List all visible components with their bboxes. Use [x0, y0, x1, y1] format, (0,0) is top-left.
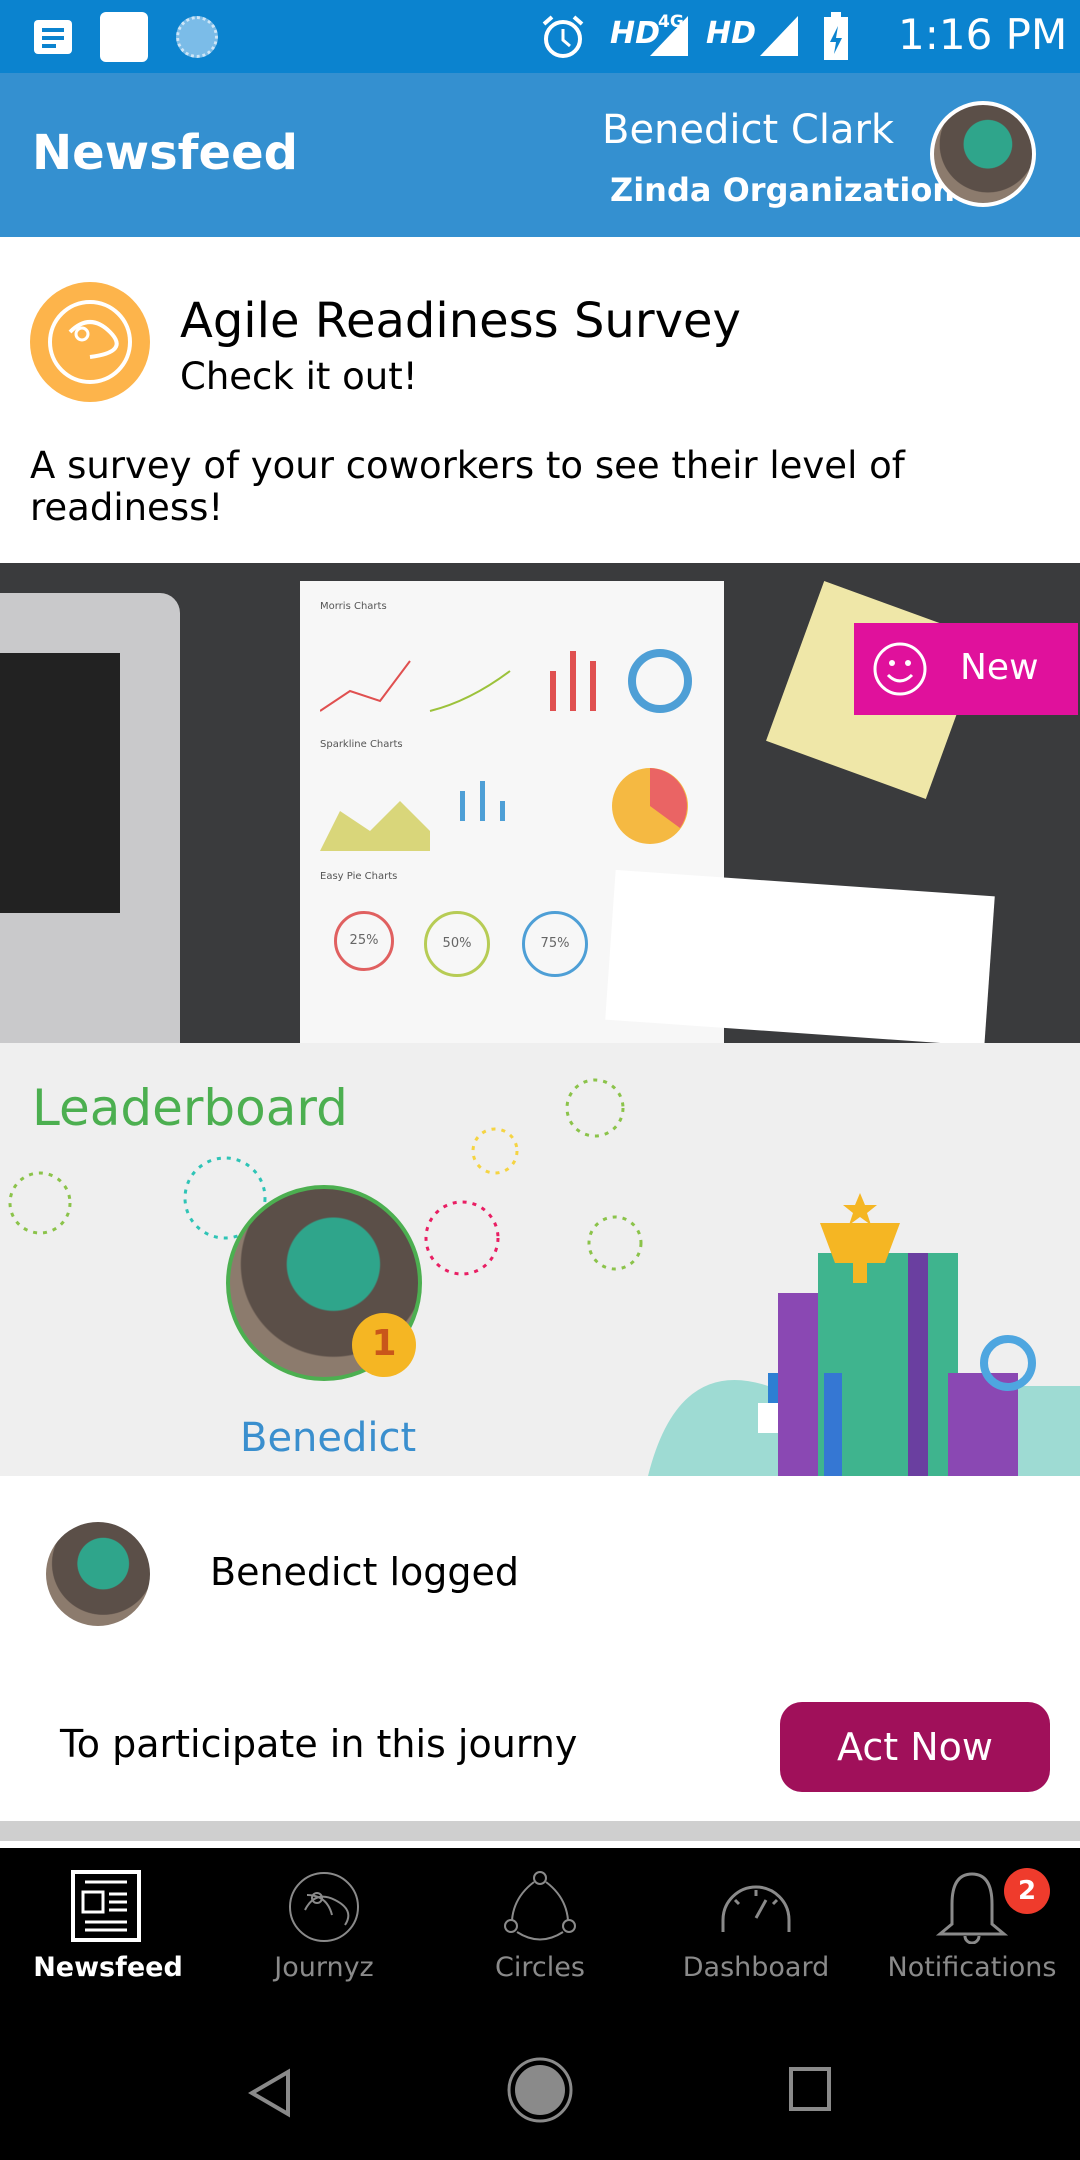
survey-description: A survey of your coworkers to see their …	[30, 444, 905, 529]
user-name: Benedict Clark	[602, 107, 895, 153]
notification-badge: 2	[1004, 1868, 1050, 1914]
square-app-icon	[100, 12, 148, 62]
act-now-button[interactable]: Act Now	[780, 1702, 1050, 1792]
sheet-section: Easy Pie Charts	[320, 871, 398, 882]
activity-item: Benedict logged To participate in this j…	[0, 1476, 1080, 1821]
newspaper-icon	[71, 1870, 141, 1942]
avatar[interactable]	[930, 101, 1036, 207]
divider	[0, 1821, 1080, 1841]
loading-icon	[176, 16, 218, 58]
home-icon[interactable]	[506, 2056, 574, 2124]
tab-label: Dashboard	[682, 1952, 830, 1983]
pie-label: 25%	[334, 911, 394, 971]
status-bar: HD 4G HD 1:16 PM	[0, 0, 1080, 73]
smiley-icon	[873, 642, 927, 696]
tab-notifications[interactable]: Notifications 2	[864, 1848, 1080, 2000]
signal-icon	[760, 16, 798, 56]
bottom-navigation: Newsfeed Journyz Circles Dashboard Notif…	[0, 1848, 1080, 2000]
tab-dashboard[interactable]: Dashboard	[648, 1848, 864, 2000]
tab-journyz[interactable]: Journyz	[216, 1848, 432, 2000]
tab-circles[interactable]: Circles	[432, 1848, 648, 2000]
survey-image[interactable]: Morris Charts Sparkline Charts Easy Pie …	[0, 563, 1080, 1043]
sheet-section: Sparkline Charts	[320, 739, 403, 750]
survey-subtitle: Check it out!	[180, 355, 418, 398]
laptop-illustration	[0, 593, 180, 1043]
journyz-icon	[289, 1872, 359, 1942]
signal-icon	[650, 16, 688, 56]
pie-label: 50%	[424, 911, 490, 977]
survey-title: Agile Readiness Survey	[180, 293, 741, 349]
survey-card[interactable]: Agile Readiness Survey Check it out! A s…	[0, 237, 1080, 563]
recents-icon[interactable]	[788, 2066, 832, 2112]
app-header: Newsfeed Benedict Clark Zinda Organizati…	[0, 73, 1080, 237]
new-badge-label: New	[960, 647, 1039, 688]
tab-newsfeed[interactable]: Newsfeed	[0, 1848, 216, 2000]
speedometer-icon	[721, 1885, 791, 1932]
tab-label: Journyz	[274, 1952, 374, 1983]
top-user-name: Benedict	[240, 1415, 417, 1461]
tab-label: Newsfeed	[33, 1952, 183, 1983]
organization-name: Zinda Organization	[610, 171, 956, 209]
rank-medal: 1	[352, 1313, 416, 1377]
pie-label: 75%	[522, 911, 588, 977]
sheet-title: Morris Charts	[320, 601, 387, 612]
leaderboard-section[interactable]: Leaderboard 1 Benedict	[0, 1043, 1080, 1476]
system-navigation	[0, 2000, 1080, 2160]
activity-text: Benedict logged	[210, 1550, 520, 1594]
network-label-2: HD	[706, 16, 757, 51]
battery-charging-icon	[824, 12, 848, 60]
page-title: Newsfeed	[32, 125, 298, 181]
back-icon[interactable]	[248, 2068, 292, 2118]
survey-logo	[30, 282, 150, 402]
tab-label: Notifications	[887, 1952, 1057, 1983]
alarm-icon	[542, 15, 584, 58]
clock: 1:16 PM	[898, 10, 1068, 59]
participate-prompt: To participate in this journy	[60, 1722, 578, 1766]
notes-icon	[34, 20, 72, 54]
circles-icon	[504, 1871, 576, 1941]
notebook	[605, 869, 995, 1043]
trophy-illustration	[648, 1193, 1080, 1476]
bell-icon	[935, 1872, 1009, 1944]
user-avatar[interactable]	[46, 1522, 150, 1626]
tab-label: Circles	[495, 1952, 585, 1983]
new-badge: New	[854, 623, 1078, 715]
